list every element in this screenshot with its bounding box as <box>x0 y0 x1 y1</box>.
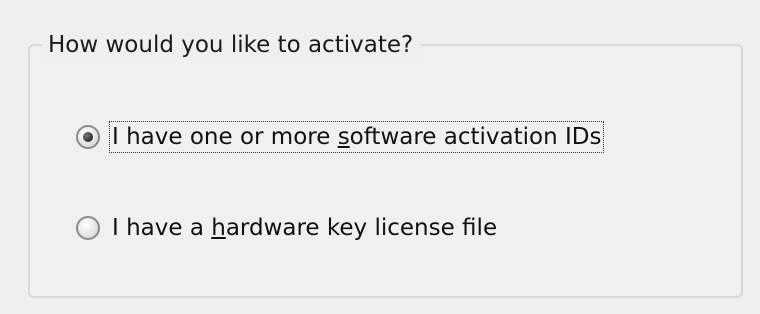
radio-option-software-activation-ids[interactable]: I have one or more software activation I… <box>76 121 605 153</box>
activation-dialog-panel: How would you like to activate? I have o… <box>0 0 760 314</box>
radio-button-selected-icon[interactable] <box>76 125 100 149</box>
radio-option-hardware-key-license[interactable]: I have a hardware key license file <box>76 213 499 243</box>
radio-label-software-activation-ids[interactable]: I have one or more software activation I… <box>108 121 605 153</box>
groupbox-title: How would you like to activate? <box>42 30 422 60</box>
radio-label-hardware-key-license[interactable]: I have a hardware key license file <box>110 213 499 243</box>
activation-method-groupbox <box>28 44 743 298</box>
radio-button-unselected-icon[interactable] <box>76 216 100 240</box>
radio-dot <box>83 132 93 142</box>
